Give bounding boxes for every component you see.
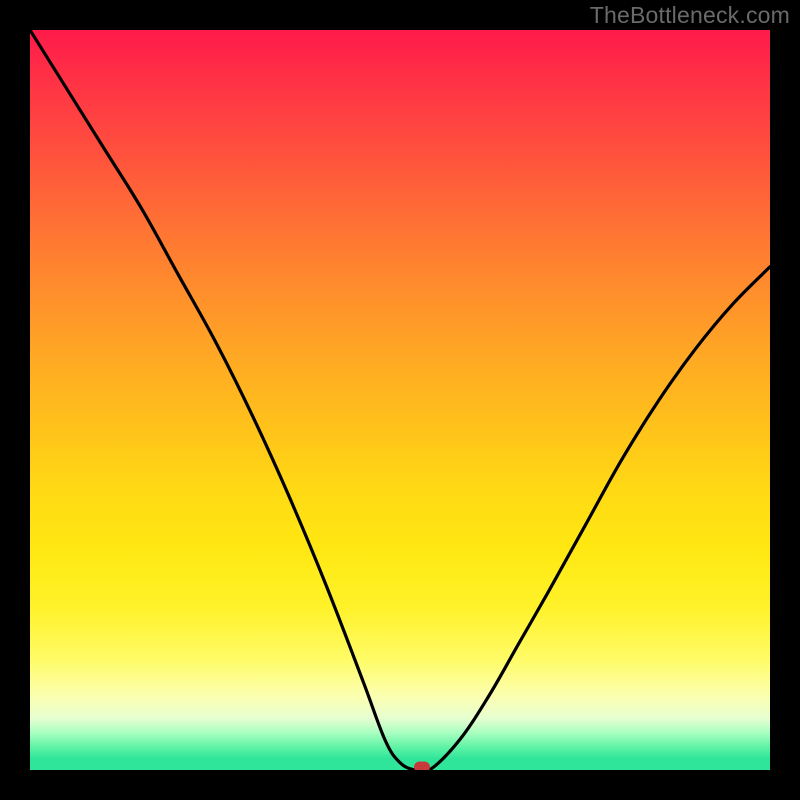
optimum-marker (414, 762, 430, 771)
curve-path (30, 30, 770, 770)
watermark-text: TheBottleneck.com (590, 2, 790, 29)
chart-frame: TheBottleneck.com (0, 0, 800, 800)
bottleneck-curve (30, 30, 770, 770)
plot-area (30, 30, 770, 770)
